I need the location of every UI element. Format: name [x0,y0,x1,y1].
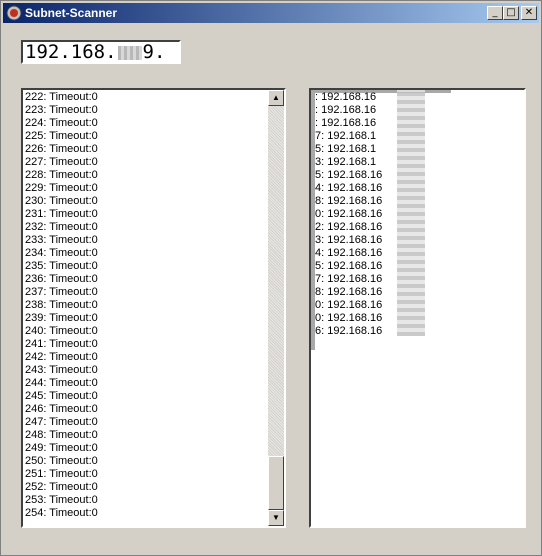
list-item[interactable]: 0: 192.168.16 [315,312,382,325]
redaction-mask [397,90,425,336]
list-item[interactable]: 252: Timeout:0 [25,481,98,494]
list-item[interactable]: 4: 192.168.16 [315,247,382,260]
list-item[interactable]: : 192.168.16 [315,104,382,117]
list-item[interactable]: 4: 192.168.16 [315,182,382,195]
list-item[interactable]: 240: Timeout:0 [25,325,98,338]
list-item[interactable]: 8: 192.168.16 [315,286,382,299]
list-item[interactable]: 239: Timeout:0 [25,312,98,325]
list-item[interactable]: 238: Timeout:0 [25,299,98,312]
title-bar[interactable]: Subnet-Scanner _ □ ✕ [3,3,539,23]
list-item[interactable]: : 192.168.16 [315,91,382,104]
list-item[interactable]: 237: Timeout:0 [25,286,98,299]
list-item[interactable]: 250: Timeout:0 [25,455,98,468]
timeout-list-items: 222: Timeout:0 223: Timeout:0 224: Timeout… [25,91,98,520]
scroll-thumb[interactable] [268,456,284,510]
window-title: Subnet-Scanner [25,6,118,20]
list-item[interactable]: 233: Timeout:0 [25,234,98,247]
list-item[interactable]: 5: 192.168.16 [315,169,382,182]
list-item[interactable]: 244: Timeout:0 [25,377,98,390]
app-window: Subnet-Scanner _ □ ✕ 192.168. 9. 222: Tim… [0,0,542,556]
found-hosts-list[interactable]: : 192.168.16: 192.168.16: 192.168.16 7: 1… [309,88,526,528]
list-item[interactable]: 246: Timeout:0 [25,403,98,416]
list-item[interactable]: 243: Timeout:0 [25,364,98,377]
ip-suffix: 9. [142,41,166,63]
list-item[interactable]: 254: Timeout:0 [25,507,98,520]
vertical-scrollbar[interactable]: ▲ ▼ [268,90,284,526]
list-item[interactable]: 249: Timeout:0 [25,442,98,455]
list-item[interactable]: 0: 192.168.16 [315,299,382,312]
list-item[interactable]: 241: Timeout:0 [25,338,98,351]
list-item[interactable]: 247: Timeout:0 [25,416,98,429]
scroll-up-button[interactable]: ▲ [268,90,284,106]
minimize-button[interactable]: _ [487,6,503,20]
list-item[interactable]: 228: Timeout:0 [25,169,98,182]
list-item[interactable]: 0: 192.168.16 [315,208,382,221]
list-item[interactable]: 236: Timeout:0 [25,273,98,286]
list-item[interactable]: 245: Timeout:0 [25,390,98,403]
list-item[interactable]: 253: Timeout:0 [25,494,98,507]
ip-prefix: 192.168. [25,41,117,63]
list-item[interactable]: 226: Timeout:0 [25,143,98,156]
list-item[interactable]: 232: Timeout:0 [25,221,98,234]
list-item[interactable]: 7: 192.168.16 [315,273,382,286]
list-item[interactable]: 6: 192.168.16 [315,325,382,338]
timeout-results-list[interactable]: 222: Timeout:0 223: Timeout:0 224: Timeout… [21,88,286,528]
list-item[interactable]: 5: 192.168.1 [315,143,382,156]
list-item[interactable]: 229: Timeout:0 [25,182,98,195]
list-item[interactable]: 5: 192.168.16 [315,260,382,273]
redacted-octet [117,45,142,60]
list-item[interactable]: 225: Timeout:0 [25,130,98,143]
list-item[interactable]: 230: Timeout:0 [25,195,98,208]
close-button[interactable]: ✕ [521,6,537,20]
list-item[interactable]: 222: Timeout:0 [25,91,98,104]
list-item[interactable]: 8: 192.168.16 [315,195,382,208]
list-item[interactable]: 231: Timeout:0 [25,208,98,221]
app-icon [6,5,22,21]
list-item[interactable]: 248: Timeout:0 [25,429,98,442]
maximize-button[interactable]: □ [503,6,519,20]
list-item[interactable]: 2: 192.168.16 [315,221,382,234]
list-item[interactable]: 227: Timeout:0 [25,156,98,169]
list-item[interactable]: : 192.168.16 [315,117,382,130]
list-item[interactable]: 234: Timeout:0 [25,247,98,260]
scroll-down-button[interactable]: ▼ [268,510,284,526]
list-item[interactable]: 7: 192.168.1 [315,130,382,143]
list-item[interactable]: 242: Timeout:0 [25,351,98,364]
list-item[interactable]: 235: Timeout:0 [25,260,98,273]
host-list-items: : 192.168.16: 192.168.16: 192.168.16 7: 1… [315,91,382,338]
list-item[interactable]: 223: Timeout:0 [25,104,98,117]
list-item[interactable]: 3: 192.168.16 [315,234,382,247]
list-item[interactable]: 3: 192.168.1 [315,156,382,169]
list-item[interactable]: 224: Timeout:0 [25,117,98,130]
list-item[interactable]: 251: Timeout:0 [25,468,98,481]
ip-address-input[interactable]: 192.168. 9. [21,40,181,64]
